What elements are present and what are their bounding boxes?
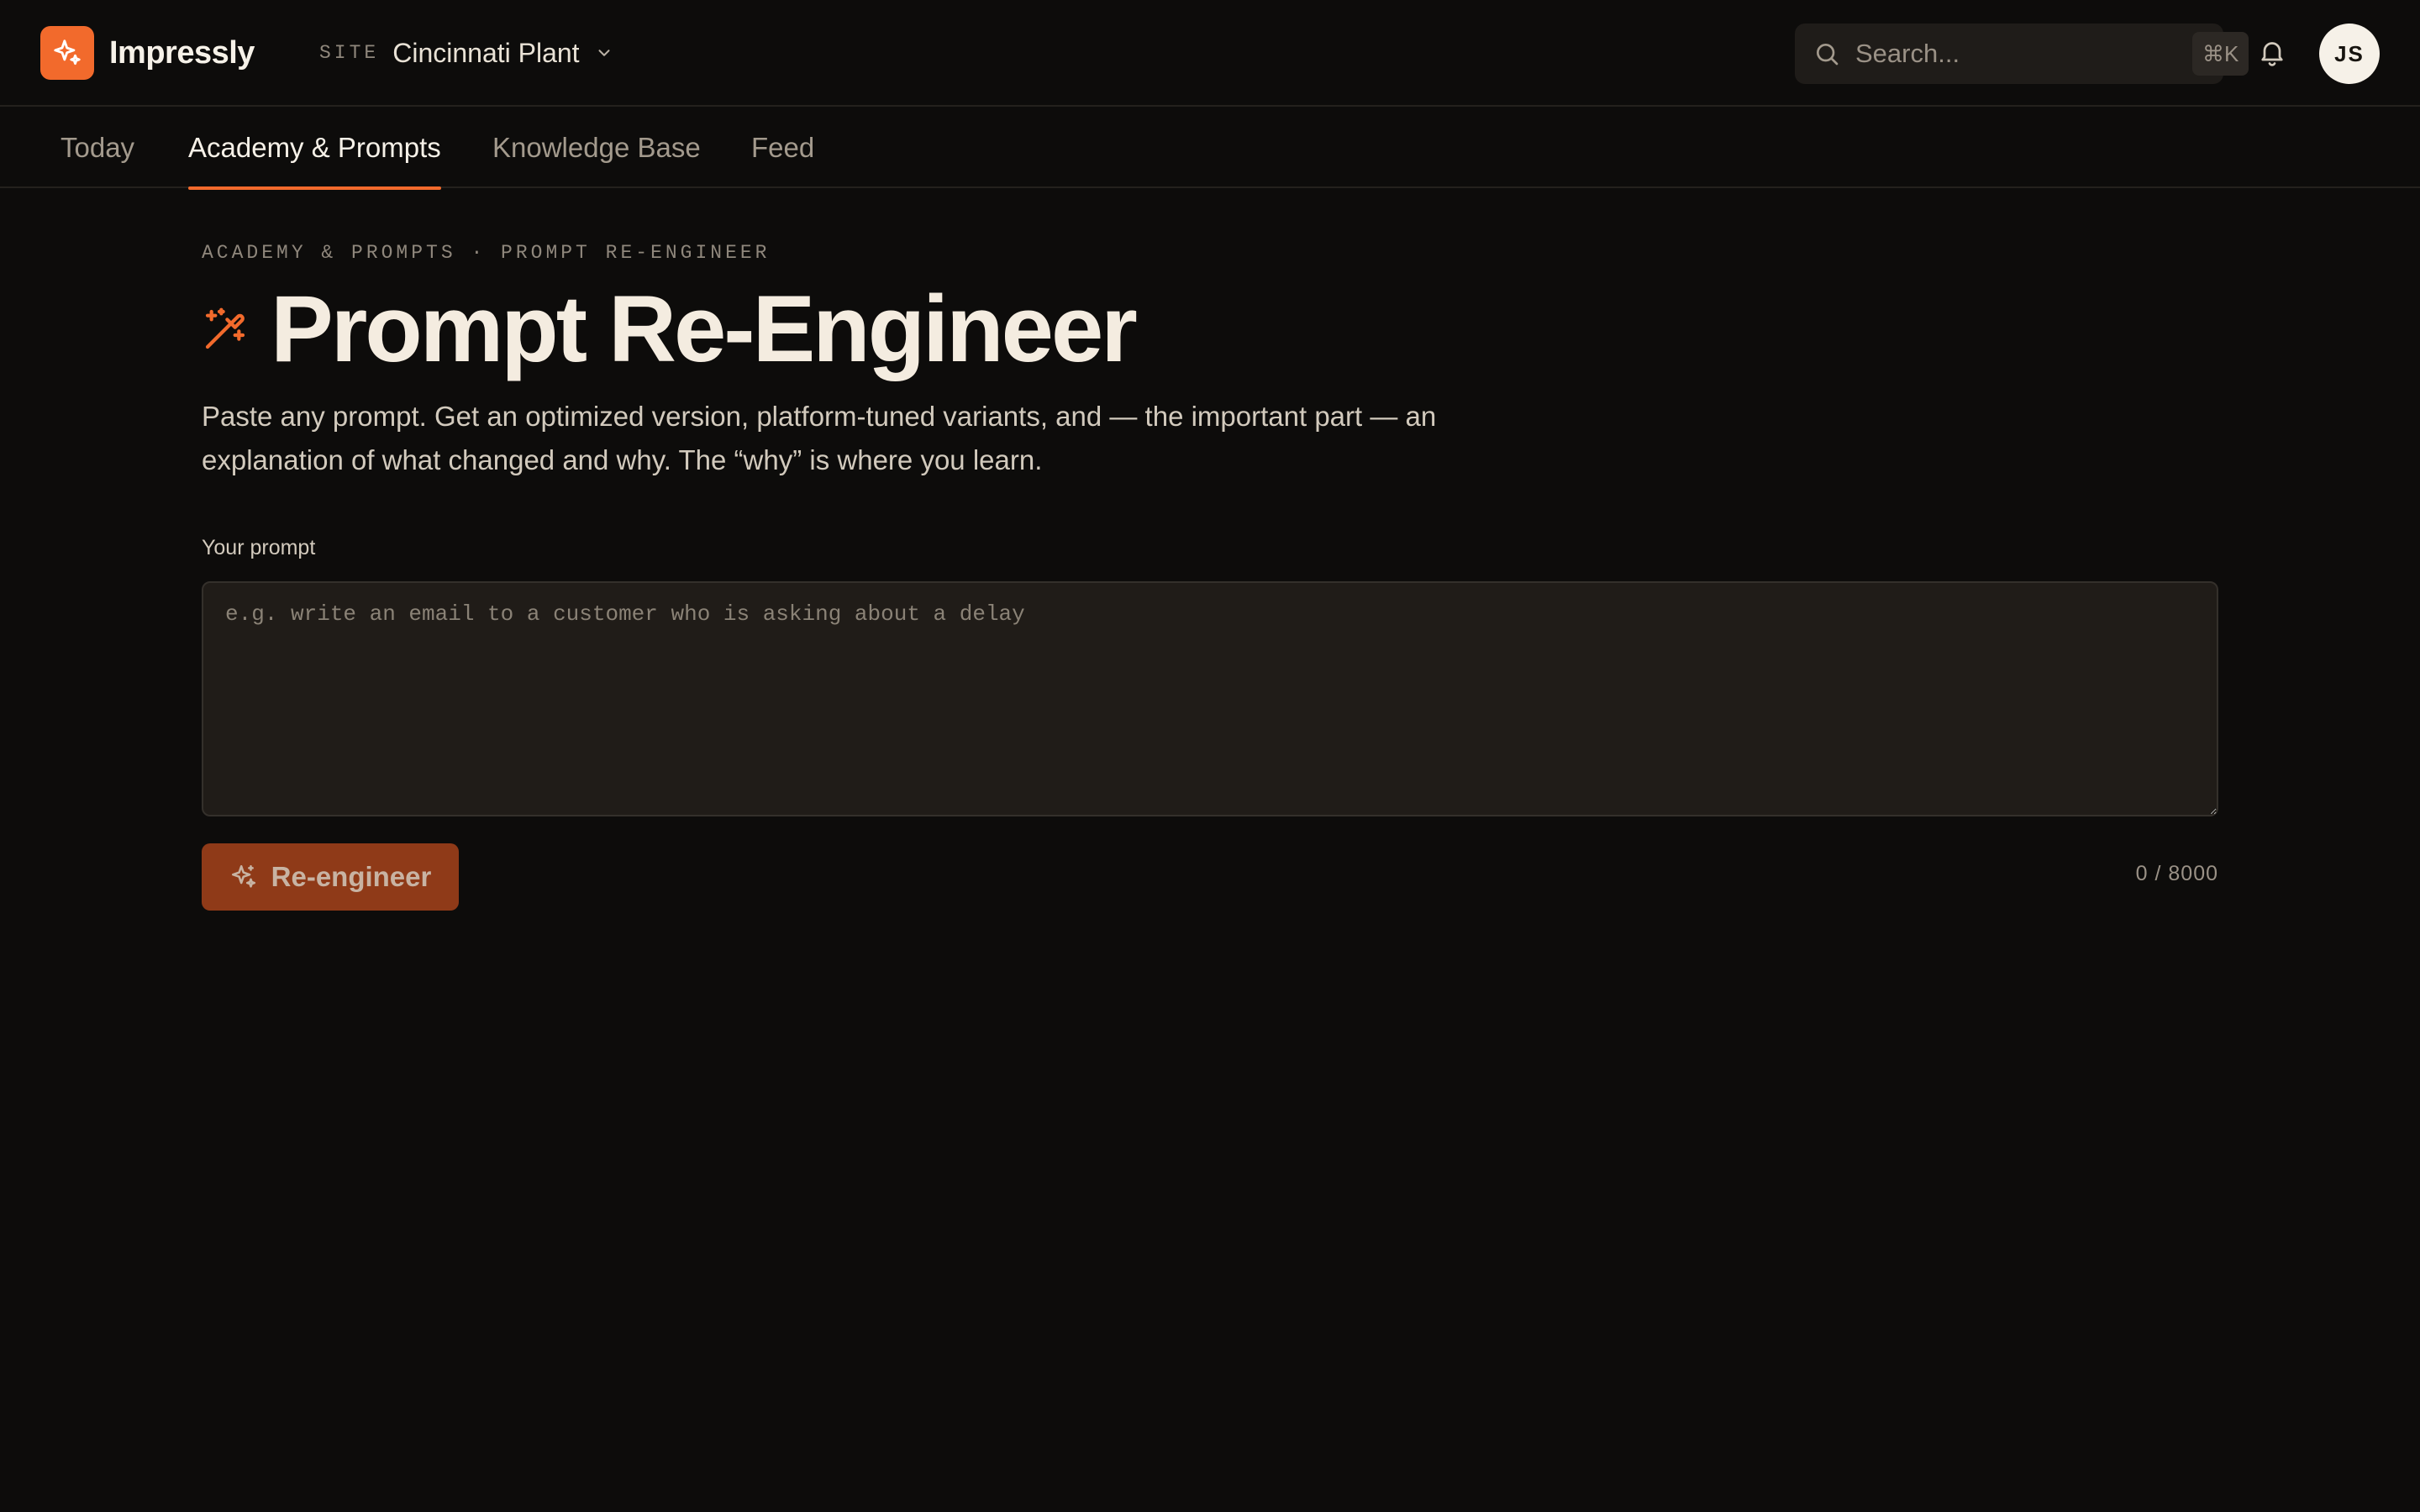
prompt-field-label: Your prompt — [202, 536, 316, 559]
title-row: Prompt Re-Engineer — [202, 276, 1138, 381]
main-tabs: Today Academy & Prompts Knowledge Base F… — [0, 107, 2420, 190]
search-bar[interactable]: ⌘K — [1795, 24, 2249, 84]
page-description: Paste any prompt. Get an optimized versi… — [202, 401, 1437, 475]
re-engineer-button-label: Re-engineer — [271, 861, 432, 892]
tab-feed[interactable]: Feed — [751, 107, 814, 188]
brand[interactable]: Impressly — [40, 26, 255, 80]
bell-icon — [2257, 37, 2287, 71]
site-label: SITE — [319, 42, 380, 64]
tab-today[interactable]: Today — [60, 107, 134, 188]
search-shortcut-hint: ⌘K — [2192, 32, 2249, 76]
search-input[interactable] — [1854, 38, 2192, 70]
prompt-input[interactable] — [202, 581, 2218, 816]
search-icon — [1813, 39, 1840, 69]
page-title: Prompt Re-Engineer — [271, 276, 1138, 381]
breadcrumb: ACADEMY & PROMPTS · PROMPT RE-ENGINEER — [202, 242, 771, 264]
tab-academy-prompts[interactable]: Academy & Prompts — [188, 107, 441, 190]
site-name: Cincinnati Plant — [392, 37, 580, 68]
avatar[interactable]: JS — [2319, 24, 2380, 84]
top-bar: Impressly SITE Cincinnati Plant ⌘K JS — [0, 0, 2420, 107]
tab-knowledge-base[interactable]: Knowledge Base — [492, 107, 701, 188]
brand-name: Impressly — [109, 34, 255, 71]
sparkles-icon — [40, 26, 94, 80]
site-selector[interactable]: SITE Cincinnati Plant — [319, 32, 613, 74]
re-engineer-button[interactable]: Re-engineer — [202, 843, 459, 911]
chevron-down-icon — [595, 44, 613, 62]
magic-wand-icon — [202, 306, 249, 353]
notifications-button[interactable] — [2254, 35, 2291, 72]
sparkles-icon — [229, 863, 258, 891]
character-count: 0 / 8000 — [2135, 862, 2218, 885]
